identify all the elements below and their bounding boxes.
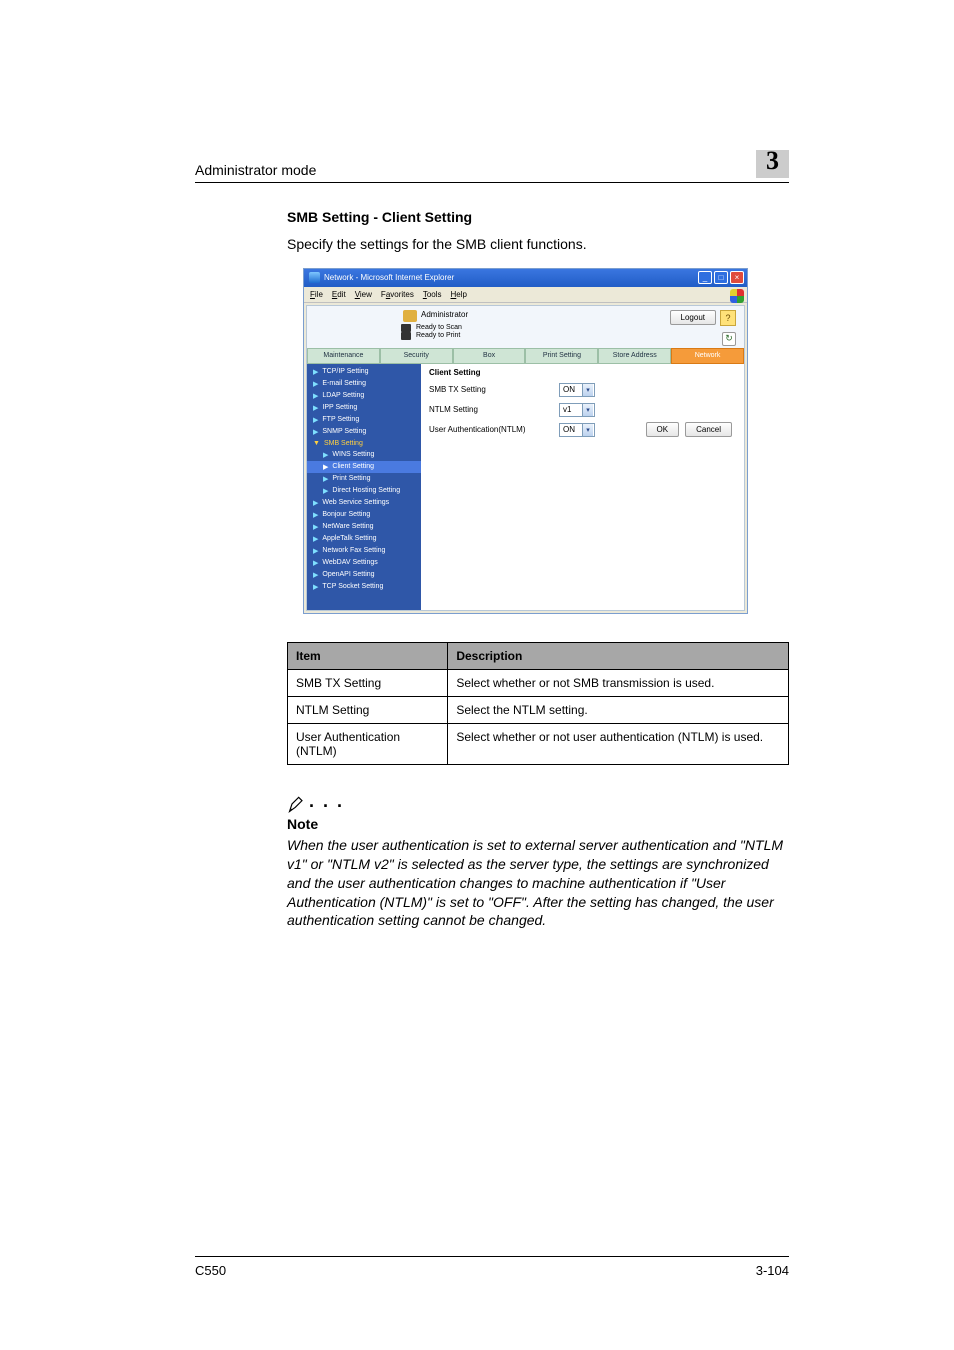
sidebar-item-netfax[interactable]: ▶Network Fax Setting xyxy=(307,545,421,557)
sidebar-item-snmp[interactable]: ▶SNMP Setting xyxy=(307,426,421,438)
sidebar-item-webservice[interactable]: ▶Web Service Settings xyxy=(307,497,421,509)
note-dots: . . . xyxy=(309,791,344,812)
table-head-desc: Description xyxy=(448,642,789,669)
table-cell-desc: Select the NTLM setting. xyxy=(448,696,789,723)
description-table: Item Description SMB TX Setting Select w… xyxy=(287,642,789,765)
page-header: Administrator mode 3 xyxy=(195,150,789,183)
ok-button[interactable]: OK xyxy=(646,422,680,437)
note-heading: Note xyxy=(287,816,789,832)
logout-button[interactable]: Logout xyxy=(670,310,716,325)
sidebar-sub-direct-hosting[interactable]: ▶Direct Hosting Setting xyxy=(307,485,421,497)
ie-icon xyxy=(309,272,320,283)
chapter-badge: 3 xyxy=(756,150,789,178)
tab-security[interactable]: Security xyxy=(380,348,453,364)
help-button[interactable]: ? xyxy=(720,310,736,326)
sidebar: ▶TCP/IP Setting ▶E-mail Setting ▶LDAP Se… xyxy=(307,364,421,610)
chapter-number: 3 xyxy=(766,146,779,176)
table-cell-desc: Select whether or not SMB transmission i… xyxy=(448,669,789,696)
tab-store-address[interactable]: Store Address xyxy=(598,348,671,364)
field-label-ntlm: NTLM Setting xyxy=(429,405,559,414)
chevron-down-icon: ▾ xyxy=(582,404,593,416)
footer-right: 3-104 xyxy=(756,1263,789,1278)
table-cell-desc: Select whether or not user authenticatio… xyxy=(448,723,789,764)
sidebar-item-smb[interactable]: ▼SMB Setting xyxy=(307,438,421,449)
table-row: NTLM Setting Select the NTLM setting. xyxy=(288,696,789,723)
field-label-userauth: User Authentication(NTLM) xyxy=(429,425,559,434)
window-titlebar: Network - Microsoft Internet Explorer _ … xyxy=(304,269,747,287)
tabs-row: Maintenance Security Box Print Setting S… xyxy=(307,348,744,364)
table-head-item: Item xyxy=(288,642,448,669)
chevron-down-icon: ▾ xyxy=(582,424,593,436)
sidebar-item-tcpip[interactable]: ▶TCP/IP Setting xyxy=(307,366,421,378)
sidebar-sub-print[interactable]: ▶Print Setting xyxy=(307,473,421,485)
sidebar-item-email[interactable]: ▶E-mail Setting xyxy=(307,378,421,390)
cancel-button[interactable]: Cancel xyxy=(685,422,732,437)
table-cell-item: User Authentication (NTLM) xyxy=(288,723,448,764)
tab-maintenance[interactable]: Maintenance xyxy=(307,348,380,364)
sidebar-item-ftp[interactable]: ▶FTP Setting xyxy=(307,414,421,426)
sidebar-item-netware[interactable]: ▶NetWare Setting xyxy=(307,521,421,533)
tab-network[interactable]: Network xyxy=(671,348,744,364)
sidebar-item-tcpsocket[interactable]: ▶TCP Socket Setting xyxy=(307,581,421,593)
maximize-button[interactable]: □ xyxy=(714,271,728,284)
section-intro: Specify the settings for the SMB client … xyxy=(287,235,789,254)
sidebar-item-ldap[interactable]: ▶LDAP Setting xyxy=(307,390,421,402)
sidebar-sub-wins[interactable]: ▶WINS Setting xyxy=(307,449,421,461)
menu-favorites[interactable]: Favorites xyxy=(381,290,414,299)
header-section-label: Administrator mode xyxy=(195,162,316,178)
select-ntlm-value: v1 xyxy=(563,405,571,414)
table-cell-item: NTLM Setting xyxy=(288,696,448,723)
sidebar-item-openapi[interactable]: ▶OpenAPI Setting xyxy=(307,569,421,581)
refresh-button[interactable]: ↻ xyxy=(722,332,736,346)
tab-box[interactable]: Box xyxy=(453,348,526,364)
sidebar-item-ipp[interactable]: ▶IPP Setting xyxy=(307,402,421,414)
admin-icon xyxy=(403,310,417,322)
window-title: Network - Microsoft Internet Explorer xyxy=(324,273,454,282)
content-panel: Client Setting SMB TX Setting ON ▾ NTLM … xyxy=(421,364,744,610)
pencil-icon xyxy=(287,794,307,814)
scan-icon xyxy=(401,324,411,332)
section-title: SMB Setting - Client Setting xyxy=(287,209,789,225)
status-scan: Ready to Scan xyxy=(416,324,462,331)
status-print: Ready to Print xyxy=(416,332,460,339)
select-userauth[interactable]: ON ▾ xyxy=(559,423,595,437)
menu-edit[interactable]: Edit xyxy=(332,290,346,299)
select-smb-tx[interactable]: ON ▾ xyxy=(559,383,595,397)
menu-view[interactable]: View xyxy=(355,290,372,299)
top-strip: Administrator Ready to Scan Ready to Pri… xyxy=(307,306,744,348)
sidebar-item-bonjour[interactable]: ▶Bonjour Setting xyxy=(307,509,421,521)
table-cell-item: SMB TX Setting xyxy=(288,669,448,696)
tab-print-setting[interactable]: Print Setting xyxy=(525,348,598,364)
select-userauth-value: ON xyxy=(563,425,575,434)
admin-label: Administrator xyxy=(421,310,468,319)
print-icon xyxy=(401,332,411,340)
table-row: SMB TX Setting Select whether or not SMB… xyxy=(288,669,789,696)
select-ntlm[interactable]: v1 ▾ xyxy=(559,403,595,417)
sidebar-item-webdav[interactable]: ▶WebDAV Settings xyxy=(307,557,421,569)
minimize-button[interactable]: _ xyxy=(698,271,712,284)
ie-logo-icon xyxy=(730,289,744,303)
table-row: User Authentication (NTLM) Select whethe… xyxy=(288,723,789,764)
screenshot-window: Network - Microsoft Internet Explorer _ … xyxy=(303,268,748,614)
note-icon-row: . . . xyxy=(287,793,789,814)
page-footer: C550 3-104 xyxy=(195,1256,789,1278)
sidebar-sub-client[interactable]: ▶Client Setting xyxy=(307,461,421,473)
menu-help[interactable]: Help xyxy=(451,290,467,299)
select-smb-tx-value: ON xyxy=(563,385,575,394)
sidebar-item-appletalk[interactable]: ▶AppleTalk Setting xyxy=(307,533,421,545)
footer-left: C550 xyxy=(195,1263,226,1278)
menu-tools[interactable]: Tools xyxy=(423,290,442,299)
close-button[interactable]: × xyxy=(730,271,744,284)
chevron-down-icon: ▾ xyxy=(582,384,593,396)
content-title: Client Setting xyxy=(429,368,736,377)
menu-file[interactable]: File xyxy=(310,290,323,299)
menu-bar: File Edit View Favorites Tools Help xyxy=(304,287,747,303)
field-label-smb-tx: SMB TX Setting xyxy=(429,385,559,394)
note-text: When the user authentication is set to e… xyxy=(287,836,789,930)
